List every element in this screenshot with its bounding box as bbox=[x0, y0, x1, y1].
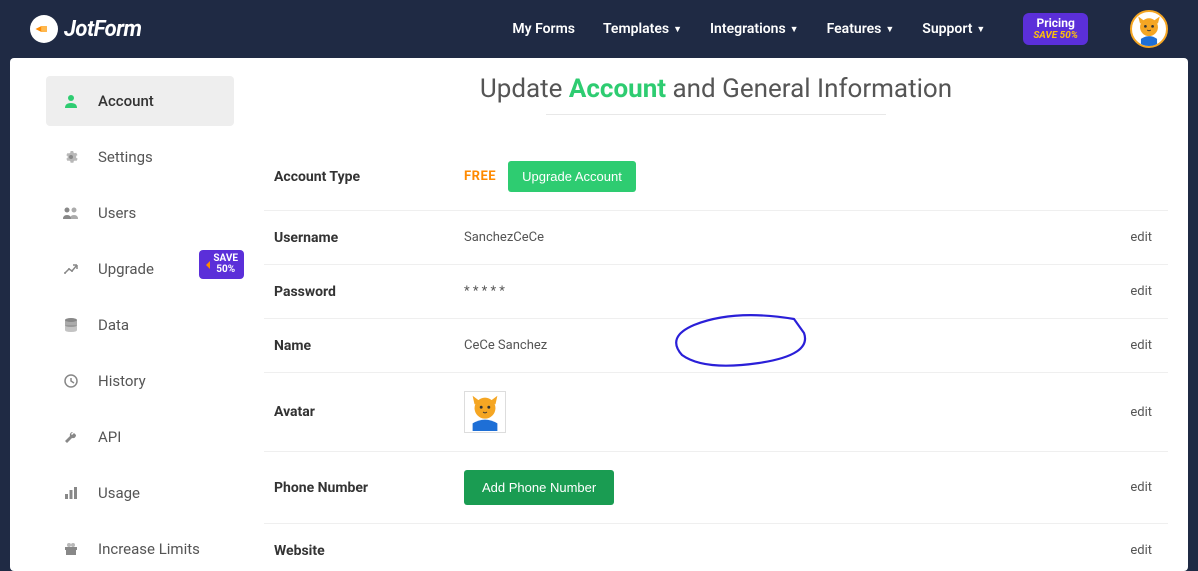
sidebar-item-upgrade[interactable]: Upgrade SAVE 50% bbox=[46, 244, 234, 294]
row-website: Website edit bbox=[264, 524, 1168, 571]
edit-name[interactable]: edit bbox=[1130, 338, 1158, 353]
top-nav: JotForm My Forms Templates▼ Integrations… bbox=[0, 0, 1198, 58]
label-password: Password bbox=[274, 284, 464, 300]
name-value: CeCe Sanchez bbox=[464, 338, 1130, 353]
cat-avatar-icon bbox=[1132, 10, 1166, 48]
row-password: Password * * * * * edit bbox=[264, 265, 1168, 319]
avatar-preview bbox=[464, 391, 506, 433]
chevron-down-icon: ▼ bbox=[976, 24, 985, 35]
edit-password[interactable]: edit bbox=[1130, 284, 1158, 299]
edit-website[interactable]: edit bbox=[1130, 543, 1158, 558]
nav-integrations[interactable]: Integrations▼ bbox=[710, 21, 799, 37]
sidebar-item-label: Users bbox=[98, 204, 136, 222]
users-icon bbox=[62, 204, 80, 222]
sidebar-item-account[interactable]: Account bbox=[46, 76, 234, 126]
sidebar-item-label: Data bbox=[98, 316, 129, 334]
chevron-down-icon: ▼ bbox=[885, 24, 894, 35]
chart-up-icon bbox=[62, 260, 80, 278]
gear-icon bbox=[62, 148, 80, 166]
sidebar-item-settings[interactable]: Settings bbox=[46, 132, 234, 182]
add-phone-button[interactable]: Add Phone Number bbox=[464, 470, 614, 505]
label-name: Name bbox=[274, 338, 464, 354]
password-value: * * * * * bbox=[464, 284, 1130, 299]
edit-avatar[interactable]: edit bbox=[1130, 405, 1158, 420]
nav-templates[interactable]: Templates▼ bbox=[603, 21, 682, 37]
row-avatar: Avatar edit bbox=[264, 373, 1168, 452]
logo[interactable]: JotForm bbox=[30, 15, 142, 43]
label-phone: Phone Number bbox=[274, 480, 464, 496]
upgrade-account-button[interactable]: Upgrade Account bbox=[508, 161, 636, 192]
row-name: Name CeCe Sanchez edit bbox=[264, 319, 1168, 373]
wrench-icon bbox=[62, 428, 80, 446]
logo-text: JotForm bbox=[64, 17, 142, 42]
sidebar-item-usage[interactable]: Usage bbox=[46, 468, 234, 518]
label-avatar: Avatar bbox=[274, 404, 464, 420]
sidebar-item-data[interactable]: Data bbox=[46, 300, 234, 350]
sidebar-item-history[interactable]: History bbox=[46, 356, 234, 406]
gift-icon bbox=[62, 540, 80, 558]
label-username: Username bbox=[274, 230, 464, 246]
page-title: Update Account and General Information bbox=[264, 74, 1168, 115]
nav-support[interactable]: Support▼ bbox=[922, 21, 985, 37]
sidebar-item-label: Usage bbox=[98, 484, 140, 502]
clock-icon bbox=[62, 372, 80, 390]
edit-username[interactable]: edit bbox=[1130, 230, 1158, 245]
edit-phone[interactable]: edit bbox=[1130, 480, 1158, 495]
row-username: Username SanchezCeCe edit bbox=[264, 211, 1168, 265]
label-account-type: Account Type bbox=[274, 169, 464, 185]
sidebar-item-label: Settings bbox=[98, 148, 153, 166]
chevron-down-icon: ▼ bbox=[673, 24, 682, 35]
nav-features[interactable]: Features▼ bbox=[827, 21, 895, 37]
bar-chart-icon bbox=[62, 484, 80, 502]
save-badge: SAVE 50% bbox=[199, 250, 244, 279]
row-phone: Phone Number Add Phone Number edit bbox=[264, 452, 1168, 524]
user-icon bbox=[62, 92, 80, 110]
cat-avatar-icon bbox=[465, 391, 505, 432]
pricing-button[interactable]: Pricing SAVE 50% bbox=[1023, 13, 1088, 45]
sidebar-item-api[interactable]: API bbox=[46, 412, 234, 462]
username-value: SanchezCeCe bbox=[464, 230, 1130, 245]
sidebar-item-increase-limits[interactable]: Increase Limits bbox=[46, 524, 234, 571]
database-icon bbox=[62, 316, 80, 334]
sidebar-item-label: API bbox=[98, 428, 121, 446]
row-account-type: Account Type FREE Upgrade Account bbox=[264, 143, 1168, 211]
sidebar-item-users[interactable]: Users bbox=[46, 188, 234, 238]
sidebar-item-label: History bbox=[98, 372, 146, 390]
main-panel: Update Account and General Information A… bbox=[244, 70, 1188, 571]
nav-my-forms[interactable]: My Forms bbox=[512, 21, 575, 37]
chevron-down-icon: ▼ bbox=[790, 24, 799, 35]
account-type-value: FREE bbox=[464, 169, 496, 184]
sidebar-item-label: Increase Limits bbox=[98, 540, 200, 558]
user-avatar-menu[interactable] bbox=[1130, 10, 1168, 48]
label-website: Website bbox=[274, 543, 464, 559]
settings-sidebar: Account Settings Users Upgrade SAVE 50% … bbox=[10, 70, 244, 571]
logo-icon bbox=[30, 15, 58, 43]
sidebar-item-label: Account bbox=[98, 92, 154, 110]
sidebar-item-label: Upgrade bbox=[98, 260, 154, 278]
